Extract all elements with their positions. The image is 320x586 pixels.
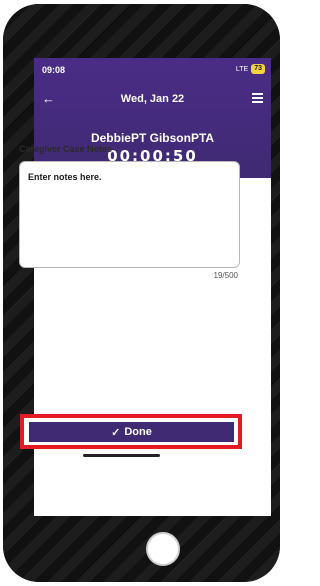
home-indicator — [83, 454, 160, 457]
done-button[interactable]: ✓ Done — [29, 422, 234, 442]
check-icon: ✓ — [111, 426, 121, 439]
status-time: 09:08 — [42, 65, 66, 75]
app-header: 09:08 LTE 73 ← Wed, Jan 22 DebbiePT Gibs… — [34, 58, 271, 178]
status-indicators: LTE 73 — [236, 64, 265, 74]
caregiver-name: DebbiePT GibsonPTA — [90, 131, 215, 145]
home-button[interactable] — [146, 532, 180, 566]
phone-device: 09:08 LTE 73 ← Wed, Jan 22 DebbiePT Gibs… — [3, 4, 280, 582]
battery-level: 73 — [251, 64, 265, 74]
character-counter: 19/500 — [213, 271, 238, 280]
done-label: Done — [124, 426, 152, 438]
network-label: LTE — [235, 65, 249, 73]
notes-title: Caregiver Case Notes — [19, 144, 113, 154]
header-date: Wed, Jan 22 — [120, 93, 185, 105]
menu-icon[interactable] — [252, 93, 263, 103]
notes-field[interactable]: Enter notes here. — [19, 161, 240, 268]
